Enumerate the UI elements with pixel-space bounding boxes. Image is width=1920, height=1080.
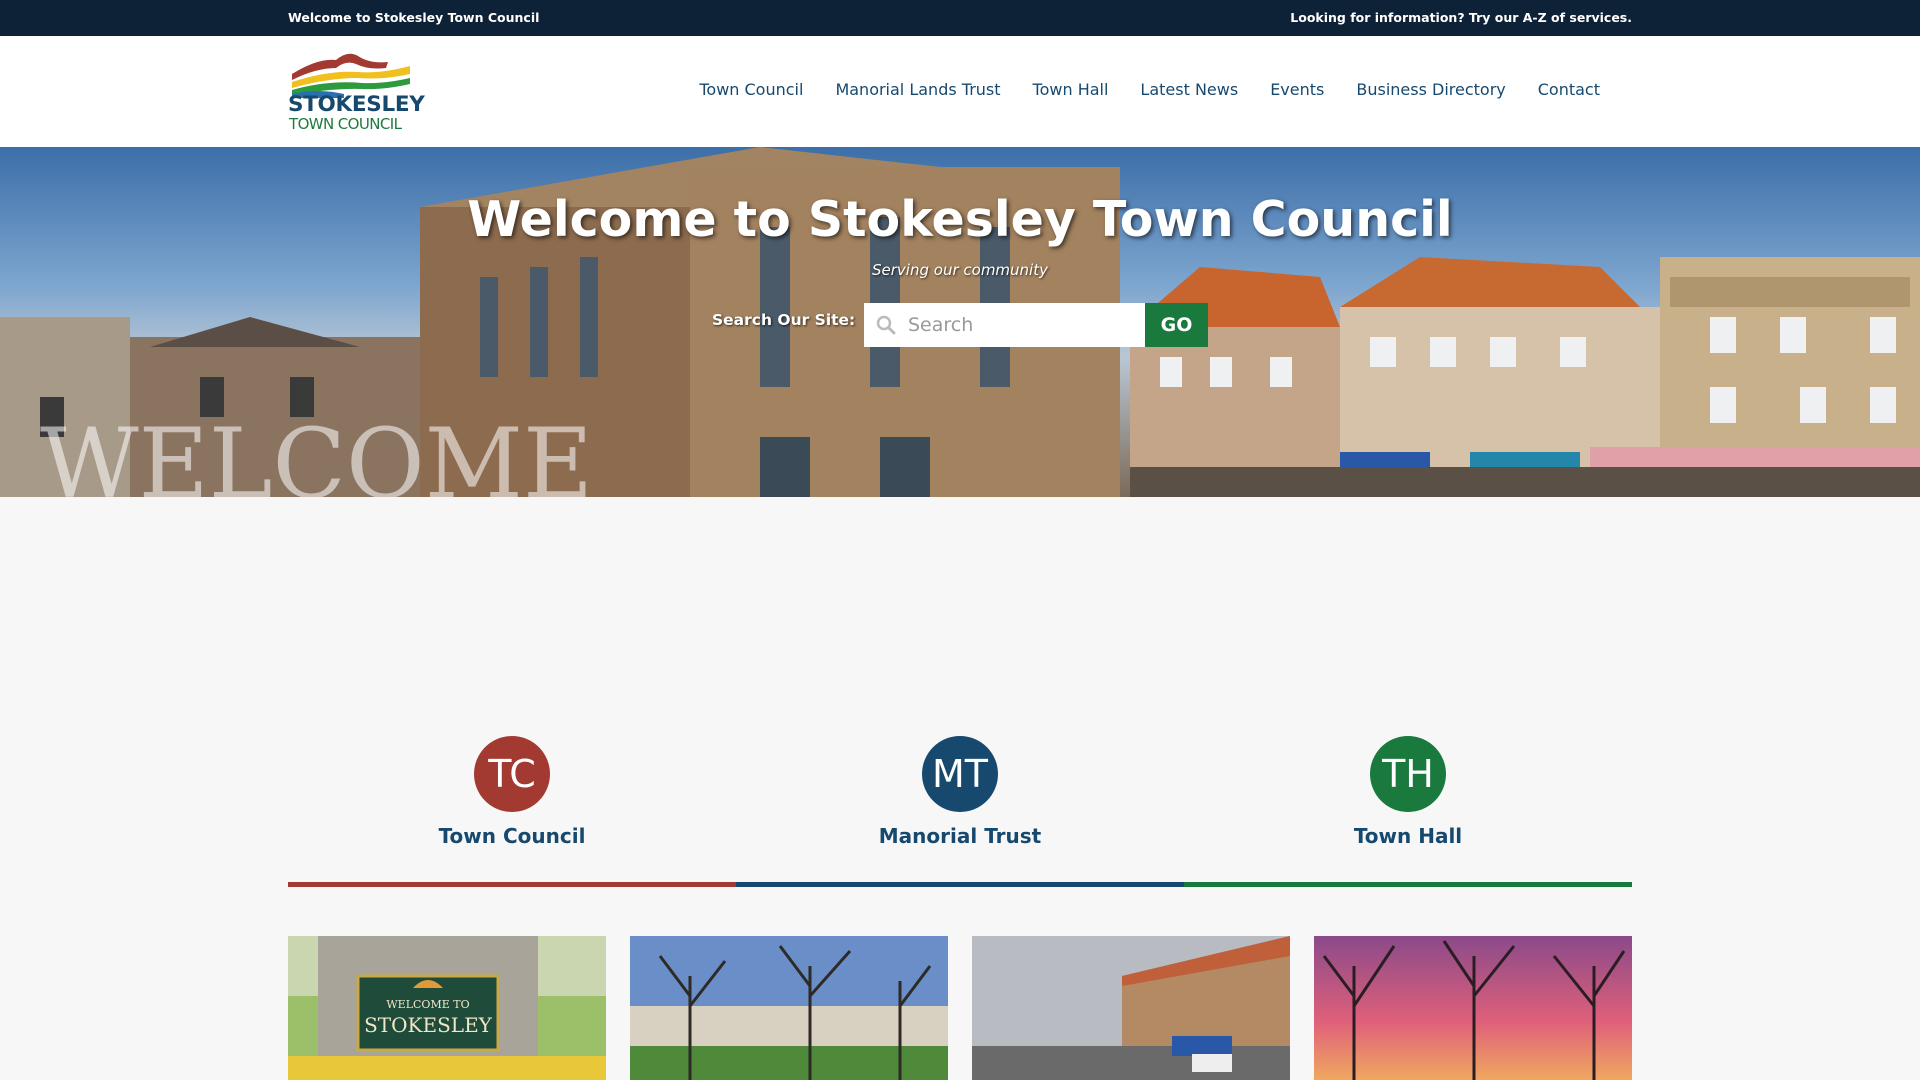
nav-town-hall[interactable]: Town Hall	[1033, 80, 1109, 99]
main-nav: Town Council Manorial Lands Trust Town H…	[699, 80, 1600, 99]
feature-manorial-trust[interactable]: MT Manorial Trust	[810, 736, 1110, 848]
feature-town-council[interactable]: TC Town Council	[362, 736, 662, 848]
thumb-sunset-trees[interactable]	[1314, 936, 1632, 1080]
nav-latest-news[interactable]: Latest News	[1140, 80, 1238, 99]
nav-town-council[interactable]: Town Council	[699, 80, 803, 99]
feature-town-hall[interactable]: TH Town Hall	[1258, 736, 1558, 848]
az-services-link[interactable]: Looking for information? Try our A-Z of …	[1290, 10, 1632, 25]
search-go-button[interactable]: GO	[1145, 303, 1208, 347]
feature-label: Town Council	[438, 824, 586, 848]
feature-circle-tc: TC	[474, 736, 550, 812]
thumb-high-street[interactable]	[972, 936, 1290, 1080]
nav-contact[interactable]: Contact	[1538, 80, 1600, 99]
search-box	[864, 303, 1145, 347]
feature-circle-mt: MT	[922, 736, 998, 812]
feature-label: Town Hall	[1353, 824, 1463, 848]
nav-manorial-lands-trust[interactable]: Manorial Lands Trust	[835, 80, 1000, 99]
nav-business-directory[interactable]: Business Directory	[1356, 80, 1505, 99]
svg-text:WELCOME: WELCOME	[40, 408, 593, 497]
top-bar: Welcome to Stokesley Town Council Lookin…	[0, 0, 1920, 36]
feature-label: Manorial Trust	[878, 824, 1042, 848]
search-icon	[876, 315, 896, 335]
logo-title: STOKESLEY	[288, 92, 425, 117]
thumb-welcome-sign[interactable]: WELCOME TO STOKESLEY	[288, 936, 606, 1080]
hero-subtitle: Serving our community	[872, 261, 1048, 279]
thumb-green-trees[interactable]	[630, 936, 948, 1080]
nav-events[interactable]: Events	[1270, 80, 1324, 99]
divider-blue	[736, 882, 1184, 887]
site-logo[interactable]: STOKESLEY TOWN COUNCIL	[288, 50, 425, 133]
search-label: Search Our Site:	[712, 311, 856, 329]
logo-subtitle: TOWN COUNCIL	[289, 115, 402, 133]
divider-red	[288, 882, 736, 887]
hero-title: Welcome to Stokesley Town Council	[467, 191, 1453, 248]
hero-banner: WELCOME Welcome to Stokesley Town Counci…	[0, 147, 1920, 497]
sign-text-main: STOKESLEY	[364, 1013, 493, 1037]
feature-circle-th: TH	[1370, 736, 1446, 812]
site-header: STOKESLEY TOWN COUNCIL Town Council Mano…	[0, 36, 1920, 147]
logo-emblem-icon	[292, 53, 410, 98]
sign-text-top: WELCOME TO	[386, 998, 469, 1011]
welcome-text: Welcome to Stokesley Town Council	[288, 10, 540, 25]
divider-green	[1184, 882, 1632, 887]
search-input[interactable]	[908, 303, 1138, 347]
